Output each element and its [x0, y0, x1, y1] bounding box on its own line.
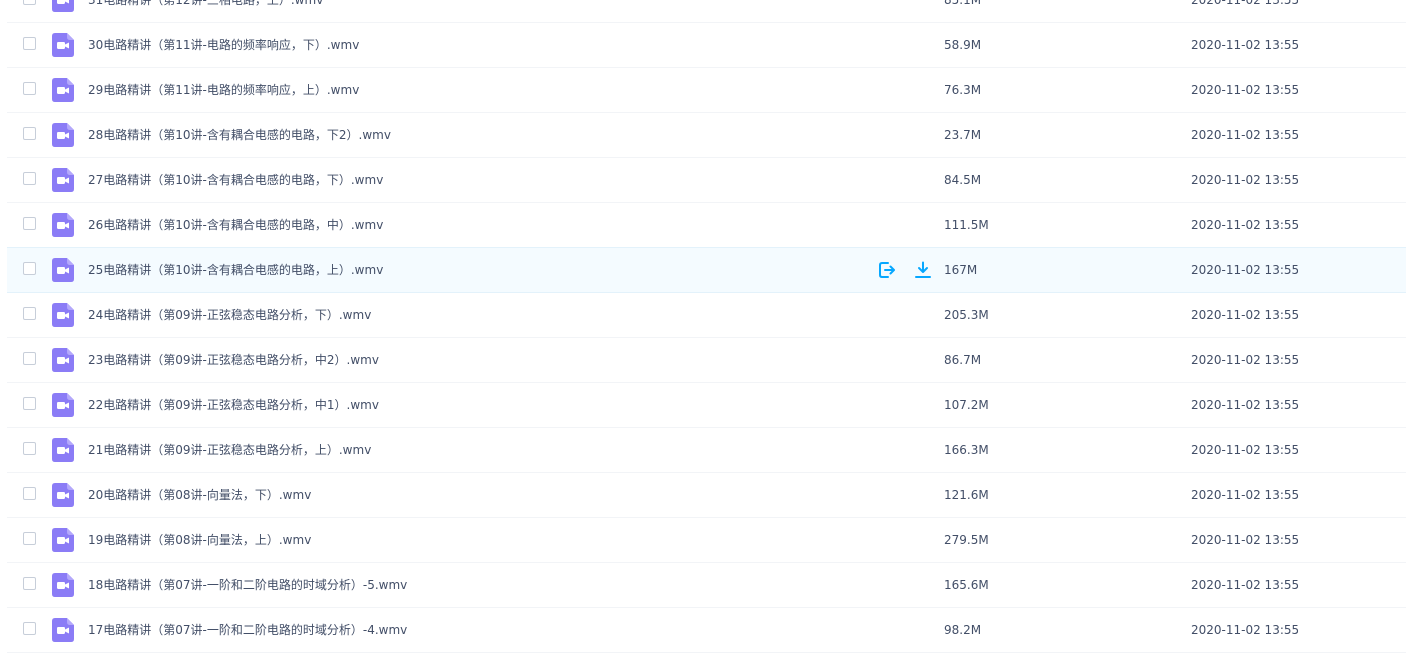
row-checkbox[interactable] — [23, 577, 36, 590]
file-modified-date: 2020-11-02 13:55 — [1191, 398, 1300, 412]
file-modified-date: 2020-11-02 13:55 — [1191, 263, 1300, 277]
video-file-icon — [52, 33, 74, 57]
file-size: 121.6M — [944, 488, 989, 502]
video-file-icon — [52, 348, 74, 372]
file-size: 84.5M — [944, 173, 982, 187]
row-checkbox[interactable] — [23, 127, 36, 140]
row-checkbox[interactable] — [23, 262, 36, 275]
file-row[interactable]: 24电路精讲（第09讲-正弦稳态电路分析，下）.wmv 205.3M 2020-… — [7, 293, 1406, 338]
file-modified-date: 2020-11-02 13:55 — [1191, 0, 1300, 7]
row-checkbox[interactable] — [23, 532, 36, 545]
file-modified-date: 2020-11-02 13:55 — [1191, 578, 1300, 592]
row-checkbox[interactable] — [23, 442, 36, 455]
file-modified-date: 2020-11-02 13:55 — [1191, 83, 1300, 97]
file-row[interactable]: 19电路精讲（第08讲-向量法，上）.wmv 279.5M 2020-11-02… — [7, 518, 1406, 563]
file-modified-date: 2020-11-02 13:55 — [1191, 443, 1300, 457]
file-modified-date: 2020-11-02 13:55 — [1191, 353, 1300, 367]
row-checkbox[interactable] — [23, 397, 36, 410]
file-name[interactable]: 27电路精讲（第10讲-含有耦合电感的电路，下）.wmv — [88, 158, 383, 202]
file-size: 165.6M — [944, 578, 989, 592]
file-modified-date: 2020-11-02 13:55 — [1191, 38, 1300, 52]
video-file-icon — [52, 393, 74, 417]
download-icon[interactable] — [913, 260, 933, 280]
file-size: 205.3M — [944, 308, 989, 322]
row-checkbox[interactable] — [23, 0, 36, 5]
file-row[interactable]: 28电路精讲（第10讲-含有耦合电感的电路，下2）.wmv 23.7M 2020… — [7, 113, 1406, 158]
file-row[interactable]: 20电路精讲（第08讲-向量法，下）.wmv 121.6M 2020-11-02… — [7, 473, 1406, 518]
file-row[interactable]: 21电路精讲（第09讲-正弦稳态电路分析，上）.wmv 166.3M 2020-… — [7, 428, 1406, 473]
video-file-icon — [52, 0, 74, 12]
file-name[interactable]: 21电路精讲（第09讲-正弦稳态电路分析，上）.wmv — [88, 428, 371, 472]
file-name[interactable]: 20电路精讲（第08讲-向量法，下）.wmv — [88, 473, 311, 517]
video-file-icon — [52, 258, 74, 282]
row-actions — [877, 260, 945, 280]
row-checkbox[interactable] — [23, 487, 36, 500]
file-name[interactable]: 28电路精讲（第10讲-含有耦合电感的电路，下2）.wmv — [88, 113, 391, 157]
row-checkbox[interactable] — [23, 37, 36, 50]
file-size: 76.3M — [944, 83, 982, 97]
video-file-icon — [52, 438, 74, 462]
file-row[interactable]: 22电路精讲（第09讲-正弦稳态电路分析，中1）.wmv 107.2M 2020… — [7, 383, 1406, 428]
file-modified-date: 2020-11-02 13:55 — [1191, 533, 1300, 547]
file-modified-date: 2020-11-02 13:55 — [1191, 173, 1300, 187]
file-row[interactable]: 27电路精讲（第10讲-含有耦合电感的电路，下）.wmv 84.5M 2020-… — [7, 158, 1406, 203]
file-size: 85.1M — [944, 0, 982, 7]
file-row[interactable]: 25电路精讲（第10讲-含有耦合电感的电路，上）.wmv 167M 2020-1… — [7, 247, 1406, 293]
file-size: 107.2M — [944, 398, 989, 412]
file-modified-date: 2020-11-02 13:55 — [1191, 308, 1300, 322]
video-file-icon — [52, 168, 74, 192]
file-name[interactable]: 31电路精讲（第12讲-三相电路，上）.wmv — [88, 0, 323, 22]
file-size: 23.7M — [944, 128, 982, 142]
video-file-icon — [52, 78, 74, 102]
file-modified-date: 2020-11-02 13:55 — [1191, 218, 1300, 232]
file-size: 58.9M — [944, 38, 982, 52]
file-size: 279.5M — [944, 533, 989, 547]
file-row[interactable]: 23电路精讲（第09讲-正弦稳态电路分析，中2）.wmv 86.7M 2020-… — [7, 338, 1406, 383]
file-row[interactable]: 29电路精讲（第11讲-电路的频率响应，上）.wmv 76.3M 2020-11… — [7, 68, 1406, 113]
file-size: 86.7M — [944, 353, 982, 367]
share-icon[interactable] — [877, 260, 897, 280]
file-row[interactable]: 30电路精讲（第11讲-电路的频率响应，下）.wmv 58.9M 2020-11… — [7, 23, 1406, 68]
file-row[interactable]: 31电路精讲（第12讲-三相电路，上）.wmv 85.1M 2020-11-02… — [7, 0, 1406, 23]
video-file-icon — [52, 573, 74, 597]
video-file-icon — [52, 528, 74, 552]
file-name[interactable]: 22电路精讲（第09讲-正弦稳态电路分析，中1）.wmv — [88, 383, 379, 427]
row-checkbox[interactable] — [23, 307, 36, 320]
video-file-icon — [52, 303, 74, 327]
file-name[interactable]: 25电路精讲（第10讲-含有耦合电感的电路，上）.wmv — [88, 248, 383, 292]
row-checkbox[interactable] — [23, 352, 36, 365]
file-modified-date: 2020-11-02 13:55 — [1191, 128, 1300, 142]
file-modified-date: 2020-11-02 13:55 — [1191, 488, 1300, 502]
video-file-icon — [52, 213, 74, 237]
file-modified-date: 2020-11-02 13:55 — [1191, 623, 1300, 637]
row-checkbox[interactable] — [23, 172, 36, 185]
file-name[interactable]: 30电路精讲（第11讲-电路的频率响应，下）.wmv — [88, 23, 359, 67]
file-name[interactable]: 24电路精讲（第09讲-正弦稳态电路分析，下）.wmv — [88, 293, 371, 337]
video-file-icon — [52, 618, 74, 642]
file-list: 31电路精讲（第12讲-三相电路，上）.wmv 85.1M 2020-11-02… — [7, 0, 1406, 653]
file-size: 167M — [944, 263, 978, 277]
row-checkbox[interactable] — [23, 82, 36, 95]
row-checkbox[interactable] — [23, 217, 36, 230]
file-name[interactable]: 18电路精讲（第07讲-一阶和二阶电路的时域分析）-5.wmv — [88, 563, 407, 607]
row-checkbox[interactable] — [23, 622, 36, 635]
file-size: 166.3M — [944, 443, 989, 457]
video-file-icon — [52, 123, 74, 147]
file-size: 111.5M — [944, 218, 989, 232]
file-row[interactable]: 17电路精讲（第07讲-一阶和二阶电路的时域分析）-4.wmv 98.2M 20… — [7, 608, 1406, 653]
file-name[interactable]: 29电路精讲（第11讲-电路的频率响应，上）.wmv — [88, 68, 359, 112]
file-size: 98.2M — [944, 623, 982, 637]
file-name[interactable]: 26电路精讲（第10讲-含有耦合电感的电路，中）.wmv — [88, 203, 383, 247]
file-name[interactable]: 17电路精讲（第07讲-一阶和二阶电路的时域分析）-4.wmv — [88, 608, 407, 652]
file-row[interactable]: 26电路精讲（第10讲-含有耦合电感的电路，中）.wmv 111.5M 2020… — [7, 203, 1406, 248]
video-file-icon — [52, 483, 74, 507]
file-name[interactable]: 19电路精讲（第08讲-向量法，上）.wmv — [88, 518, 311, 562]
file-name[interactable]: 23电路精讲（第09讲-正弦稳态电路分析，中2）.wmv — [88, 338, 379, 382]
